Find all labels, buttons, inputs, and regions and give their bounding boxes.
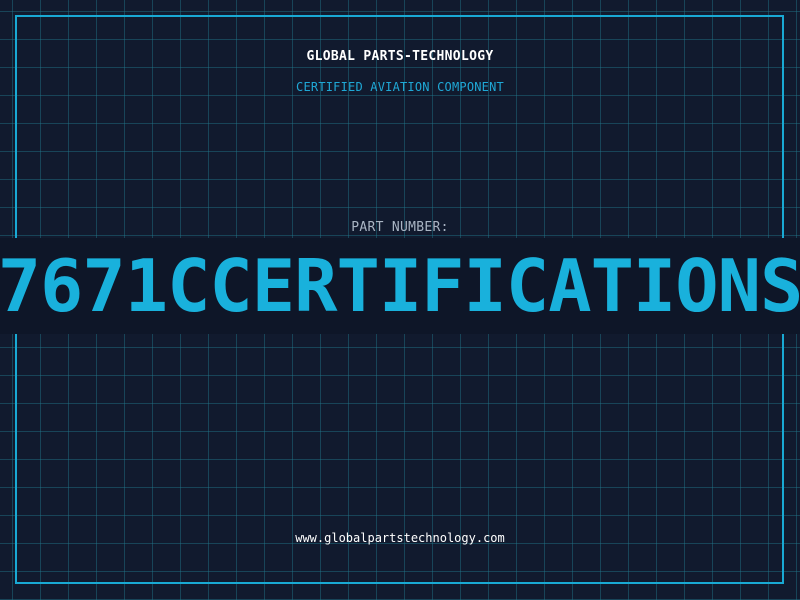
label-canvas: GLOBAL PARTS-TECHNOLOGY CERTIFIED AVIATI…	[0, 0, 800, 600]
part-number-value: 7671CCERTIFICATIONS	[0, 244, 800, 328]
part-number-band: 7671CCERTIFICATIONS	[0, 238, 800, 334]
website-url: www.globalpartstechnology.com	[295, 531, 505, 545]
company-name: GLOBAL PARTS-TECHNOLOGY	[306, 49, 494, 64]
part-number-label: PART NUMBER:	[351, 220, 449, 235]
tagline: CERTIFIED AVIATION COMPONENT	[296, 80, 504, 94]
